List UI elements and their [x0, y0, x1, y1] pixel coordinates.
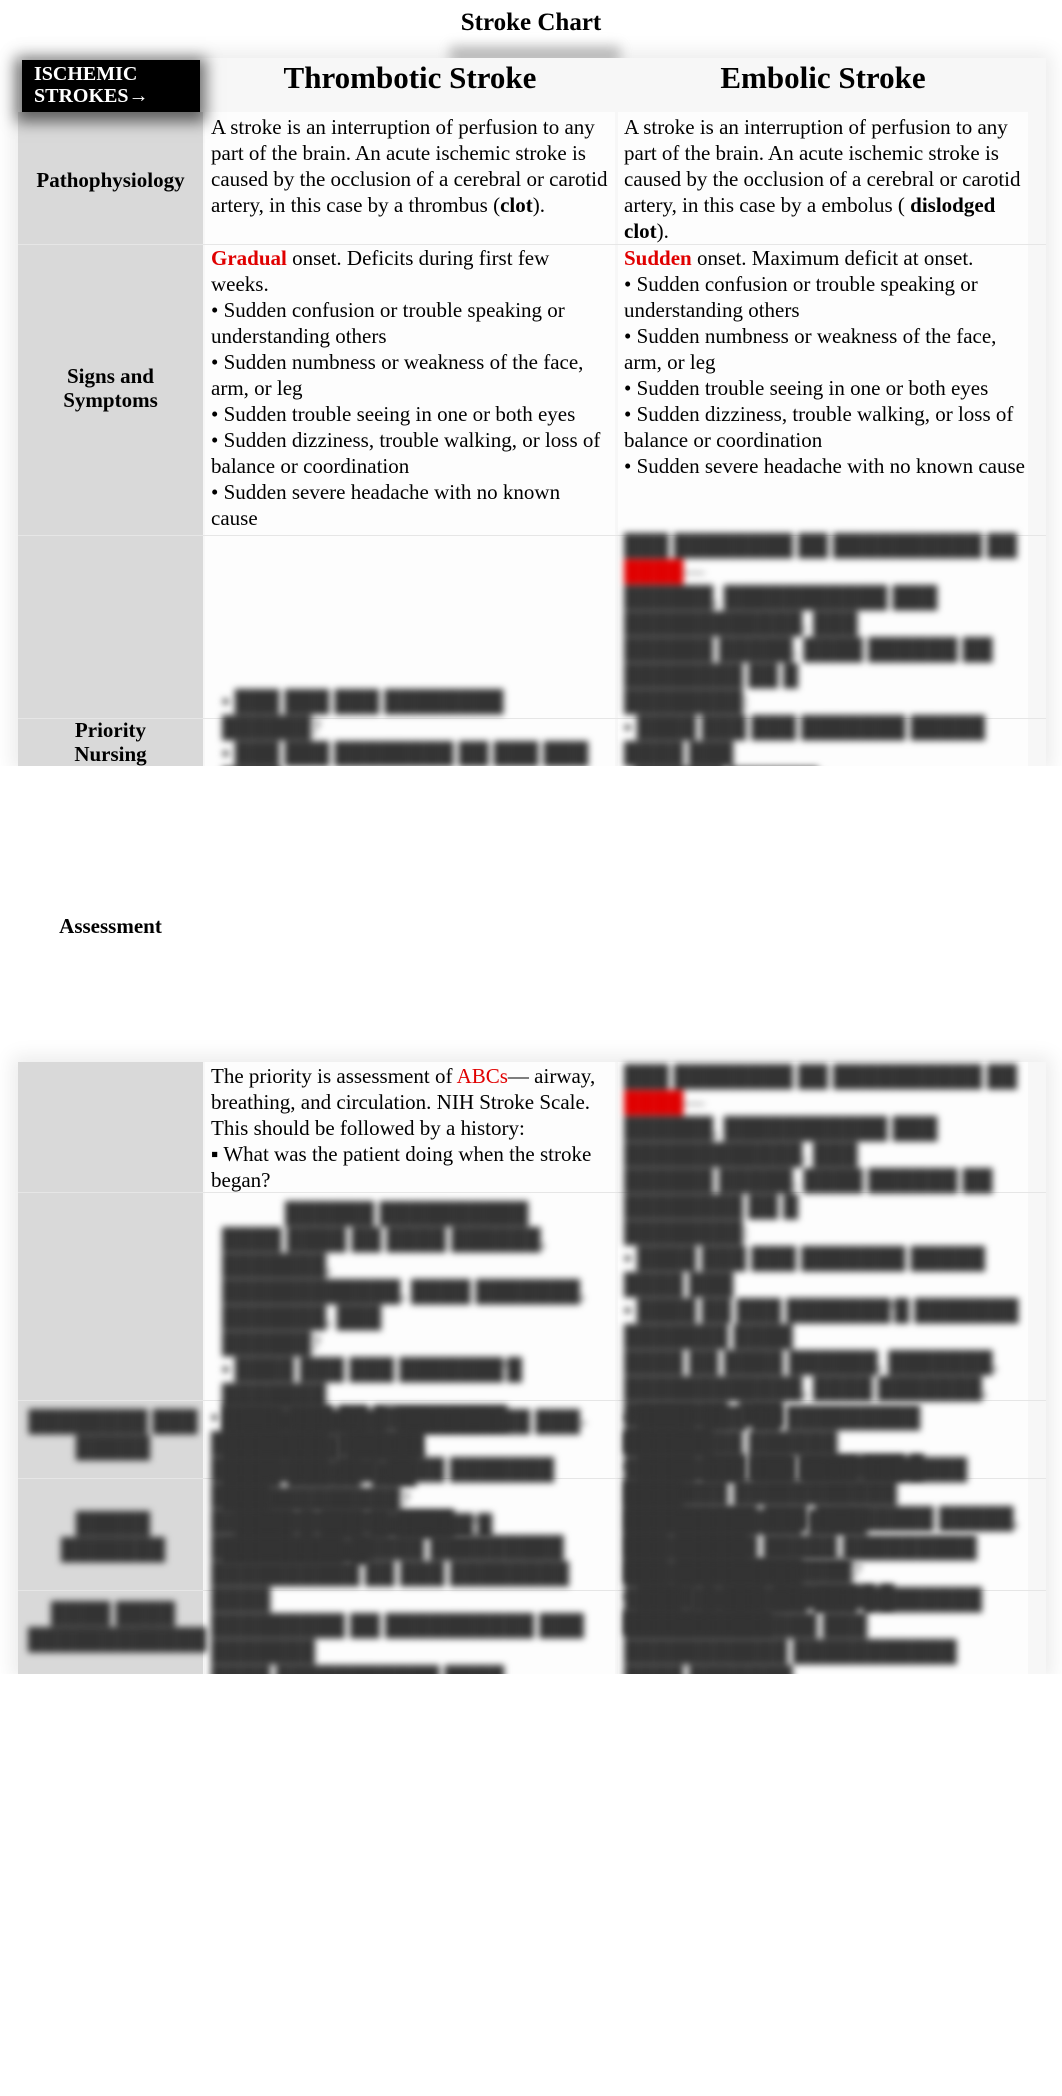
ischemic-strokes-header: ISCHEMIC STROKES→ — [22, 60, 200, 112]
symptom-item: • Sudden confusion or trouble speaking o… — [211, 298, 565, 348]
symptom-item: • Sudden severe headache with no known c… — [211, 480, 561, 530]
row-label-pathophysiology: Pathophysiology — [36, 168, 185, 192]
onset-keyword: Gradual — [211, 246, 287, 270]
assessment-thrombotic: The priority is assessment of ABCs— airw… — [211, 1063, 611, 1193]
abcs-keyword: ABCs — [456, 1064, 508, 1088]
symptom-item: • Sudden numbness or weakness of the fac… — [624, 324, 997, 374]
cell-text: ). — [656, 219, 669, 243]
symptom-item: • Sudden dizziness, trouble walking, or … — [624, 402, 1014, 452]
blurred-row-label: ████ ████ ████████████ — [28, 1601, 207, 1651]
row-label-assessment: Assessment — [59, 914, 162, 938]
symptom-item: • Sudden trouble seeing in one or both e… — [624, 376, 989, 400]
history-question: ▪ What was the patient doing when the st… — [211, 1142, 592, 1192]
row-label-priority-nursing: Priority Nursing — [18, 718, 203, 766]
pathophysiology-embolic: A stroke is an interruption of perfusion… — [624, 114, 1029, 244]
corner-header-line: ISCHEMIC — [34, 63, 138, 85]
blurred-row-label: ████████ ███ █████ — [28, 1409, 198, 1459]
document-title: Stroke Chart — [460, 9, 602, 36]
onset-keyword: Sudden — [624, 246, 692, 270]
row-label-column — [18, 1062, 203, 1674]
symptom-item: • Sudden dizziness, trouble walking, or … — [211, 428, 601, 478]
symptom-item: • Sudden confusion or trouble speaking o… — [624, 272, 978, 322]
label-line: Signs and — [67, 364, 154, 388]
row-label-signs-symptoms: Signs and Symptoms — [18, 364, 203, 412]
bold-term: clot — [500, 193, 533, 217]
signs-thrombotic: Gradual onset. Deficits during first few… — [211, 245, 611, 531]
cell-text: A stroke is an interruption of perfusion… — [211, 115, 608, 217]
pathophysiology-thrombotic: A stroke is an interruption of perfusion… — [211, 114, 611, 218]
cell-text: The priority is assessment of — [211, 1064, 457, 1088]
blurred-row-label: █████ ███████ — [60, 1511, 166, 1561]
page-bottom-whitespace — [0, 1674, 1062, 2096]
column-header-embolic: Embolic Stroke — [720, 60, 926, 95]
symptom-item: • Sudden trouble seeing in one or both e… — [211, 402, 576, 426]
signs-embolic: Sudden onset. Maximum deficit at onset. … — [624, 245, 1034, 479]
column-header-thrombotic: Thrombotic Stroke — [283, 60, 537, 95]
label-line: Symptoms — [63, 388, 158, 412]
onset-text: onset. Maximum deficit at onset. — [691, 246, 974, 270]
corner-header-line: STROKES→ — [34, 85, 149, 107]
symptom-item: • Sudden severe headache with no known c… — [624, 454, 1025, 478]
cell-text: ). — [532, 193, 545, 217]
row-label-column — [18, 112, 203, 766]
symptom-item: • Sudden numbness or weakness of the fac… — [211, 350, 584, 400]
label-line: Nursing — [74, 742, 147, 766]
label-line: Priority — [74, 718, 147, 742]
